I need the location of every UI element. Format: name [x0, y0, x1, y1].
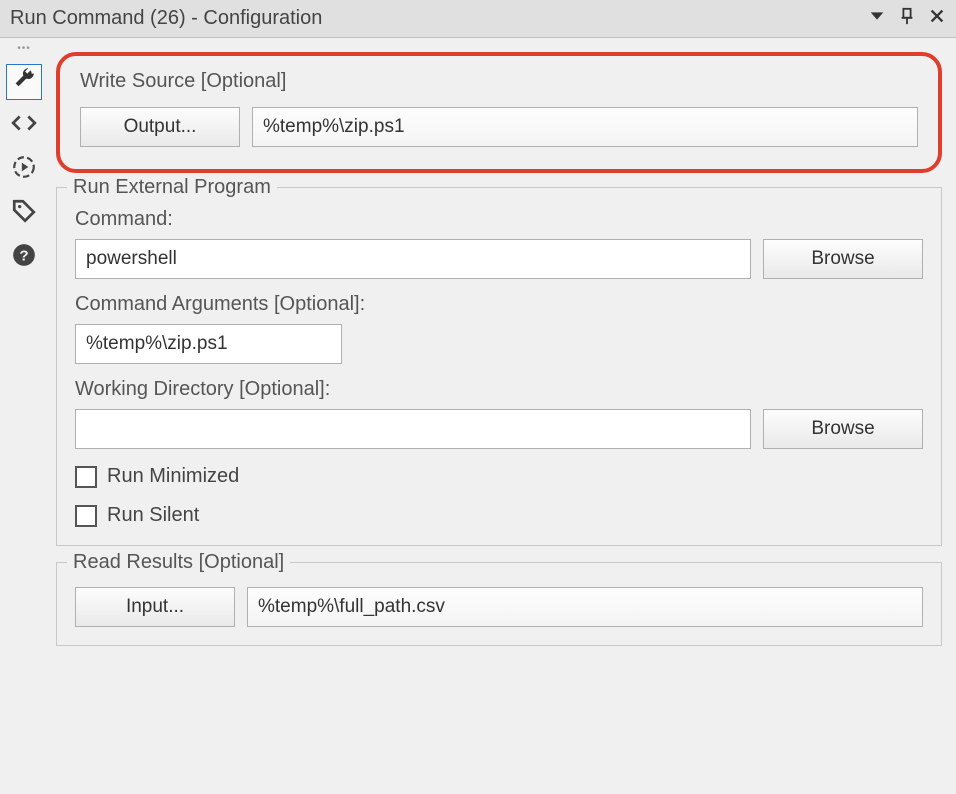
read-results-section: Read Results [Optional] Input...: [56, 562, 942, 646]
workdir-browse-button[interactable]: Browse: [763, 409, 923, 449]
input-button[interactable]: Input...: [75, 587, 235, 627]
command-browse-button[interactable]: Browse: [763, 239, 923, 279]
svg-text:?: ?: [19, 247, 28, 264]
run-external-legend: Run External Program: [67, 176, 277, 199]
run-external-section: Run External Program Command: Browse Com…: [56, 187, 942, 546]
main-panel: Write Source [Optional] Output... Run Ex…: [48, 38, 956, 794]
write-source-path-input[interactable]: [252, 107, 918, 147]
sidebar-wrench[interactable]: [6, 64, 42, 100]
dropdown-icon[interactable]: [868, 7, 886, 31]
write-source-section: Write Source [Optional] Output...: [56, 52, 942, 173]
output-button[interactable]: Output...: [80, 107, 240, 147]
run-minimized-label: Run Minimized: [107, 465, 239, 488]
run-minimized-checkbox[interactable]: [75, 466, 97, 488]
tag-icon: [11, 198, 37, 230]
arguments-label: Command Arguments [Optional]:: [75, 293, 923, 316]
grip-icon[interactable]: •••: [17, 44, 31, 54]
sidebar-help[interactable]: ?: [6, 240, 42, 276]
title-controls: [868, 7, 946, 31]
read-results-legend: Read Results [Optional]: [67, 551, 290, 574]
code-icon: [11, 110, 37, 142]
command-input[interactable]: [75, 239, 751, 279]
pin-icon[interactable]: [898, 7, 916, 31]
write-source-label: Write Source [Optional]: [80, 70, 918, 93]
window-title: Run Command (26) - Configuration: [10, 7, 322, 30]
workdir-label: Working Directory [Optional]:: [75, 378, 923, 401]
run-silent-label: Run Silent: [107, 504, 199, 527]
sidebar-target[interactable]: [6, 152, 42, 188]
sidebar: ••• ?: [0, 38, 48, 794]
sidebar-tag[interactable]: [6, 196, 42, 232]
close-icon[interactable]: [928, 7, 946, 31]
run-silent-checkbox[interactable]: [75, 505, 97, 527]
titlebar: Run Command (26) - Configuration: [0, 0, 956, 38]
command-label: Command:: [75, 208, 923, 231]
read-results-path-input[interactable]: [247, 587, 923, 627]
target-icon: [11, 154, 37, 186]
wrench-icon: [11, 66, 37, 98]
arguments-input[interactable]: [75, 324, 342, 364]
help-icon: ?: [11, 242, 37, 274]
workdir-input[interactable]: [75, 409, 751, 449]
sidebar-code[interactable]: [6, 108, 42, 144]
